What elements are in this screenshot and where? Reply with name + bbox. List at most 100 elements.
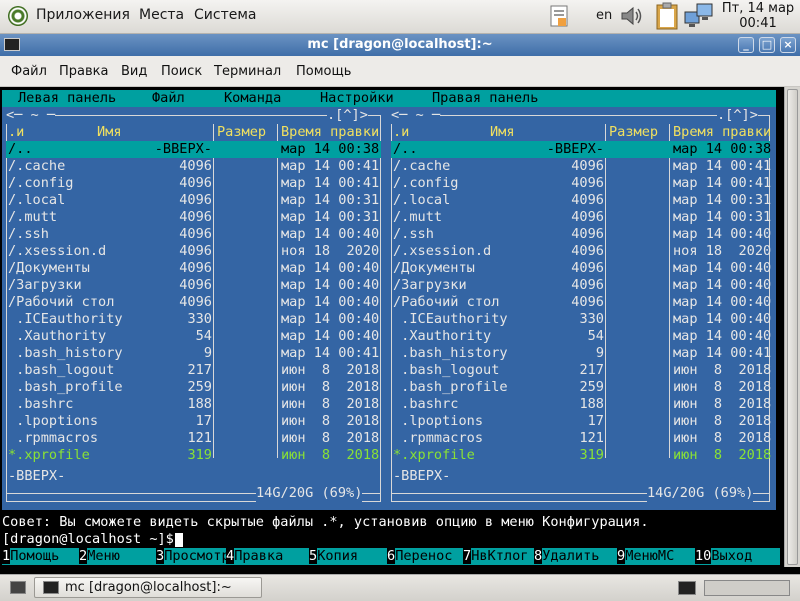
- fkey-9[interactable]: 9МенюМС: [617, 548, 674, 565]
- file-name: /Документы: [8, 260, 90, 276]
- volume-icon[interactable]: [620, 6, 644, 30]
- fkey-4[interactable]: 4Правка: [226, 548, 283, 565]
- file-row[interactable]: /.local 4096 мар 14 00:31: [6, 192, 381, 209]
- panel-controls[interactable]: .[^]>: [327, 107, 368, 124]
- file-row[interactable]: .Xauthority 54 мар 14 00:40: [391, 328, 771, 345]
- clipboard-icon[interactable]: [654, 2, 680, 34]
- file-row[interactable]: *.xprofile 319 июн 8 2018: [6, 447, 381, 464]
- file-row[interactable]: /.mutt 4096 мар 14 00:31: [391, 209, 771, 226]
- panel-path[interactable]: <─ ~ ─: [391, 107, 441, 124]
- file-row[interactable]: .bash_history 9 мар 14 00:41: [391, 345, 771, 362]
- keyboard-layout-indicator[interactable]: en: [596, 8, 612, 23]
- notes-icon[interactable]: [548, 4, 570, 32]
- fkey-10[interactable]: 10Выход: [695, 548, 752, 565]
- file-row[interactable]: .bash_profile 259 июн 8 2018: [6, 379, 381, 396]
- file-row[interactable]: .bash_logout 217 июн 8 2018: [391, 362, 771, 379]
- network-icon[interactable]: [684, 2, 714, 34]
- left-panel[interactable]: <─ ~ ─ .[^]> .и Имя Размер Время правки …: [2, 107, 387, 510]
- fkey-2[interactable]: 2Меню: [79, 548, 120, 565]
- fkey-5[interactable]: 5Копия: [309, 548, 358, 565]
- terminal-area[interactable]: Левая панель Файл Команда Настройки Прав…: [0, 87, 784, 567]
- distro-logo-icon[interactable]: [8, 6, 28, 26]
- taskbar-window-button[interactable]: mc [dragon@localhost]:~: [34, 577, 262, 598]
- file-row[interactable]: /Рабочий стол 4096 мар 14 00:40: [6, 294, 381, 311]
- workspace-switcher-icon[interactable]: [678, 581, 696, 595]
- workspace-switcher[interactable]: [704, 580, 790, 596]
- file-row[interactable]: /.cache 4096 мар 14 00:41: [6, 158, 381, 175]
- clock[interactable]: Пт, 14 мар 00:41: [716, 1, 800, 31]
- menu-view[interactable]: Вид: [121, 64, 147, 79]
- file-row-selected[interactable]: /.. -ВВЕРХ-мар 14 00:38: [391, 141, 771, 158]
- menu-terminal[interactable]: Терминал: [214, 64, 281, 79]
- file-row[interactable]: /Документы 4096 мар 14 00:40: [391, 260, 771, 277]
- file-row[interactable]: .bash_logout 217 июн 8 2018: [6, 362, 381, 379]
- file-row[interactable]: /.config 4096 мар 14 00:41: [391, 175, 771, 192]
- file-row[interactable]: /Документы 4096 мар 14 00:40: [6, 260, 381, 277]
- menu-places[interactable]: Места: [139, 7, 184, 23]
- file-row[interactable]: /.xsession.d 4096 ноя 18 2020: [6, 243, 381, 260]
- fkey-3[interactable]: 3Просмотр: [156, 548, 230, 565]
- file-size: 330: [187, 311, 212, 327]
- file-mtime: июн 8 2018: [281, 447, 380, 463]
- shell-prompt[interactable]: [dragon@localhost ~]$: [2, 531, 182, 548]
- file-row[interactable]: /Загрузки 4096 мар 14 00:40: [391, 277, 771, 294]
- file-row[interactable]: /.config 4096 мар 14 00:41: [6, 175, 381, 192]
- file-mtime: июн 8 2018: [673, 379, 772, 395]
- file-row[interactable]: /.ssh 4096 мар 14 00:40: [391, 226, 771, 243]
- file-row[interactable]: .lpoptions 17 июн 8 2018: [391, 413, 771, 430]
- file-row[interactable]: /Загрузки 4096 мар 14 00:40: [6, 277, 381, 294]
- file-row[interactable]: /Рабочий стол 4096 мар 14 00:40: [391, 294, 771, 311]
- menu-applications[interactable]: Приложения: [36, 7, 130, 23]
- file-row[interactable]: .lpoptions 17 июн 8 2018: [6, 413, 381, 430]
- fkey-7[interactable]: 7НвКтлог: [463, 548, 528, 565]
- close-button[interactable]: ×: [780, 37, 796, 53]
- file-row[interactable]: .rpmmacros 121 июн 8 2018: [6, 430, 381, 447]
- column-name-header[interactable]: Имя: [97, 124, 122, 141]
- column-name-header[interactable]: Имя: [490, 124, 515, 141]
- mc-menu-options[interactable]: Настройки: [320, 90, 394, 107]
- file-row-selected[interactable]: /.. -ВВЕРХ-мар 14 00:38: [6, 141, 381, 158]
- fkey-8[interactable]: 8Удалить: [534, 548, 599, 565]
- file-row[interactable]: .bashrc 188 июн 8 2018: [391, 396, 771, 413]
- file-row[interactable]: /.local 4096 мар 14 00:31: [391, 192, 771, 209]
- column-mtime-header[interactable]: Время правки: [673, 124, 771, 141]
- column-size-header[interactable]: Размер: [217, 124, 266, 141]
- show-desktop-icon[interactable]: [10, 581, 26, 594]
- sort-indicator[interactable]: .и: [8, 124, 24, 141]
- sort-indicator[interactable]: .и: [393, 124, 409, 141]
- panel-path[interactable]: <─ ~ ─: [6, 107, 56, 124]
- menu-edit[interactable]: Правка: [59, 64, 108, 79]
- file-row[interactable]: /.cache 4096 мар 14 00:41: [391, 158, 771, 175]
- mc-menu-right-panel[interactable]: Правая панель: [432, 90, 538, 107]
- file-row[interactable]: .bash_history 9 мар 14 00:41: [6, 345, 381, 362]
- menu-system[interactable]: Система: [194, 7, 256, 23]
- fkey-label: Выход: [711, 548, 753, 564]
- mc-menu-command[interactable]: Команда: [224, 90, 281, 107]
- column-mtime-header[interactable]: Время правки: [281, 124, 379, 141]
- scrollbar-thumb[interactable]: [787, 89, 798, 565]
- file-row[interactable]: *.xprofile 319 июн 8 2018: [391, 447, 771, 464]
- menu-help[interactable]: Помощь: [296, 64, 351, 79]
- menu-file[interactable]: Файл: [11, 64, 47, 79]
- file-row[interactable]: /.ssh 4096 мар 14 00:40: [6, 226, 381, 243]
- file-row[interactable]: .rpmmacros 121 июн 8 2018: [391, 430, 771, 447]
- right-panel[interactable]: <─ ~ ─ .[^]> .и Имя Размер Время правки …: [387, 107, 776, 510]
- file-row[interactable]: .ICEauthority 330 мар 14 00:40: [6, 311, 381, 328]
- panel-controls[interactable]: .[^]>: [717, 107, 758, 124]
- file-row[interactable]: .Xauthority 54 мар 14 00:40: [6, 328, 381, 345]
- file-row[interactable]: .bashrc 188 июн 8 2018: [6, 396, 381, 413]
- minimize-button[interactable]: _: [738, 37, 754, 53]
- menu-search[interactable]: Поиск: [161, 64, 202, 79]
- fkey-6[interactable]: 6Перенос: [387, 548, 452, 565]
- terminal-scrollbar[interactable]: [784, 87, 800, 567]
- column-size-header[interactable]: Размер: [609, 124, 658, 141]
- window-titlebar[interactable]: mc [dragon@localhost]:~ _ □ ×: [0, 34, 800, 56]
- maximize-button[interactable]: □: [759, 37, 775, 53]
- fkey-1[interactable]: 1Помощь: [2, 548, 59, 565]
- file-row[interactable]: /.xsession.d 4096 ноя 18 2020: [391, 243, 771, 260]
- mc-menu-left-panel[interactable]: Левая панель: [18, 90, 116, 107]
- file-row[interactable]: /.mutt 4096 мар 14 00:31: [6, 209, 381, 226]
- mc-menu-file[interactable]: Файл: [152, 90, 185, 107]
- file-row[interactable]: .ICEauthority 330 мар 14 00:40: [391, 311, 771, 328]
- file-row[interactable]: .bash_profile 259 июн 8 2018: [391, 379, 772, 396]
